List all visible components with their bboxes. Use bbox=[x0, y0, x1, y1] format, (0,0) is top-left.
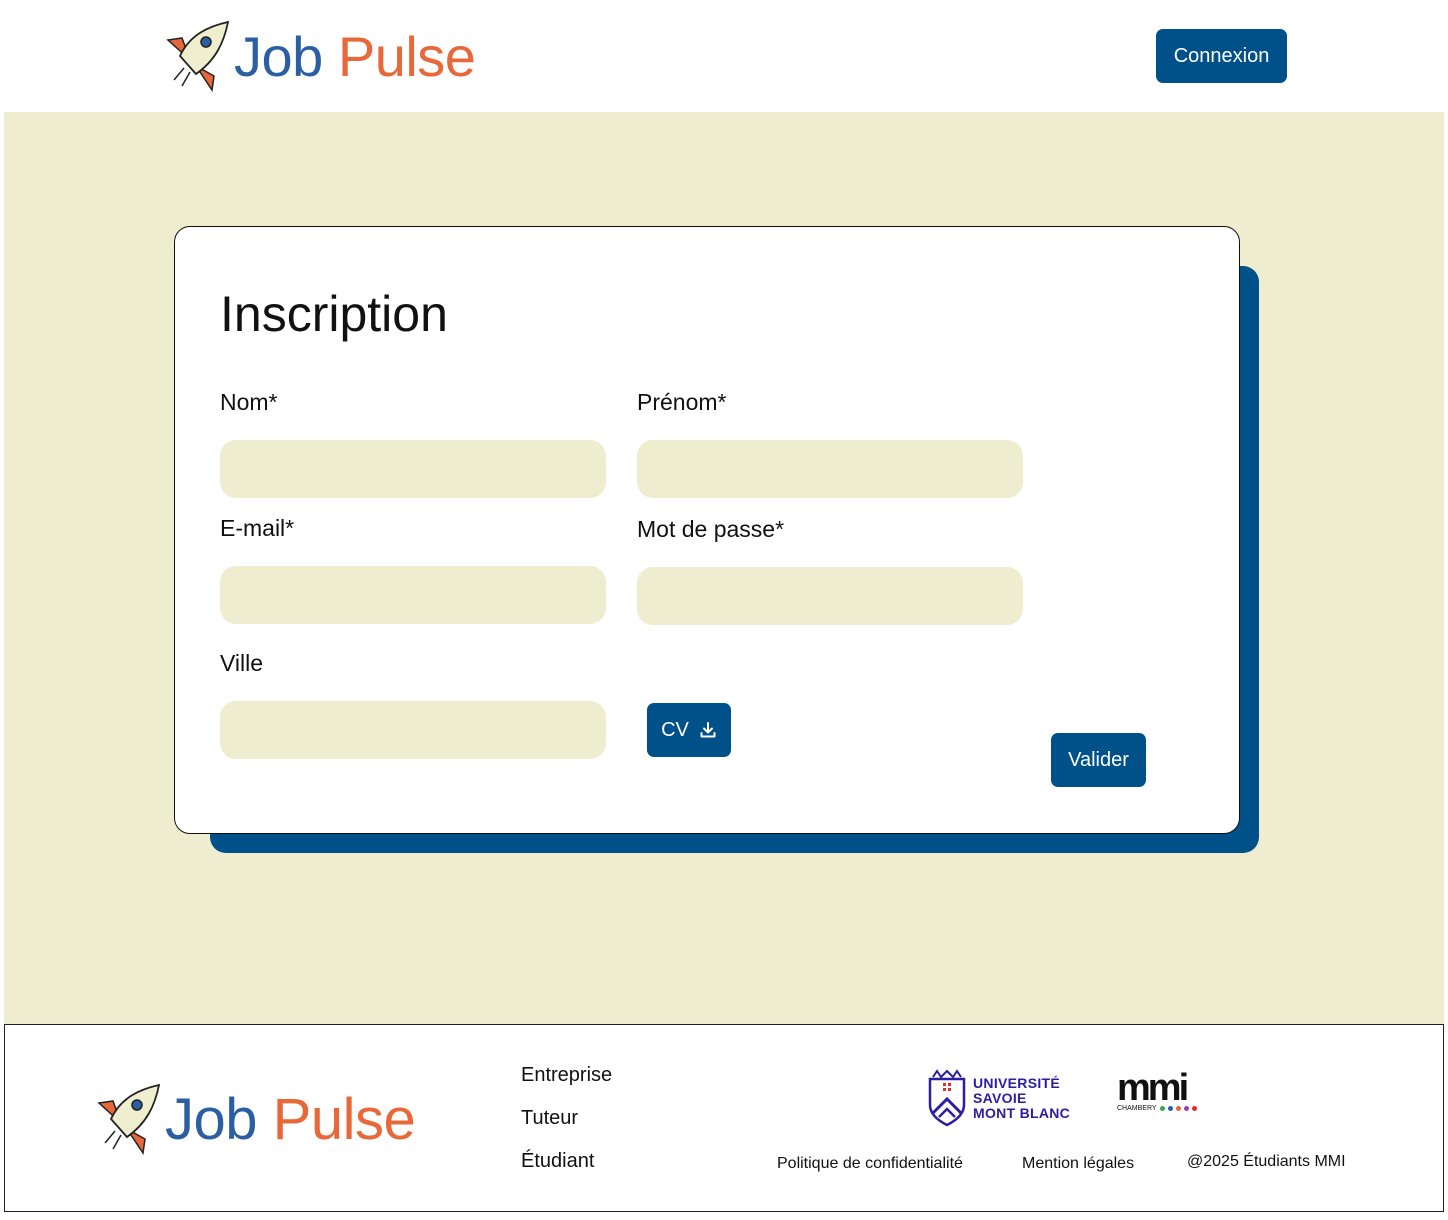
footer-logo[interactable]: Job Pulse bbox=[91, 1083, 416, 1155]
email-input[interactable] bbox=[220, 566, 606, 624]
logo-text: Job Pulse bbox=[165, 1086, 416, 1152]
prenom-input[interactable] bbox=[637, 440, 1023, 498]
footer-nav: Entreprise Tuteur Étudiant bbox=[521, 1063, 612, 1192]
download-icon bbox=[700, 722, 716, 738]
legal-notice-link[interactable]: Mention légales bbox=[1022, 1155, 1134, 1173]
page-title: Inscription bbox=[220, 286, 448, 342]
site-footer: Job Pulse Entreprise Tuteur Étudiant UNI… bbox=[4, 1024, 1444, 1212]
usmb-line-1: UNIVERSITÉ bbox=[973, 1074, 1061, 1091]
header-logo[interactable]: Job Pulse bbox=[160, 20, 476, 92]
page: Job Pulse Connexion Inscription Nom* Pré… bbox=[4, 0, 1444, 1212]
registration-card: Inscription Nom* Prénom* E-mail* Mot de … bbox=[174, 226, 1240, 834]
usmb-line-3: MONT BLANC bbox=[973, 1104, 1071, 1121]
nom-input[interactable] bbox=[220, 440, 606, 498]
copyright-text: @2025 Étudiants MMI bbox=[1187, 1153, 1346, 1170]
email-label: E-mail* bbox=[220, 515, 295, 541]
main-area: Inscription Nom* Prénom* E-mail* Mot de … bbox=[4, 112, 1444, 1024]
rocket-icon bbox=[97, 1083, 161, 1155]
rocket-icon bbox=[166, 20, 230, 92]
cv-upload-button[interactable]: CV bbox=[647, 703, 731, 757]
usmb-line-2: SAVOIE bbox=[973, 1089, 1027, 1106]
footer-link-entreprise[interactable]: Entreprise bbox=[521, 1063, 612, 1106]
logo-text: Job Pulse bbox=[234, 24, 476, 88]
ville-input[interactable] bbox=[220, 701, 606, 759]
mmi-logo: mmi CHAMBERY bbox=[1117, 1067, 1203, 1112]
site-header: Job Pulse Connexion bbox=[4, 0, 1444, 112]
footer-link-etudiant[interactable]: Étudiant bbox=[521, 1149, 612, 1192]
submit-button[interactable]: Valider bbox=[1051, 733, 1146, 787]
login-button[interactable]: Connexion bbox=[1156, 29, 1287, 83]
nom-label: Nom* bbox=[220, 389, 278, 415]
cv-label: CV bbox=[661, 718, 689, 741]
privacy-policy-link[interactable]: Politique de confidentialité bbox=[777, 1155, 963, 1173]
password-input[interactable] bbox=[637, 567, 1023, 625]
footer-link-tuteur[interactable]: Tuteur bbox=[521, 1106, 612, 1149]
mmi-subtitle: CHAMBERY bbox=[1117, 1105, 1157, 1112]
usmb-logo: UNIVERSITÉ SAVOIE MONT BLANC bbox=[927, 1069, 1070, 1127]
ville-label: Ville bbox=[220, 650, 264, 676]
mmi-wordmark: mmi bbox=[1117, 1067, 1189, 1109]
prenom-label: Prénom* bbox=[637, 389, 727, 415]
password-label: Mot de passe* bbox=[637, 516, 785, 542]
university-crest-icon bbox=[928, 1069, 966, 1127]
